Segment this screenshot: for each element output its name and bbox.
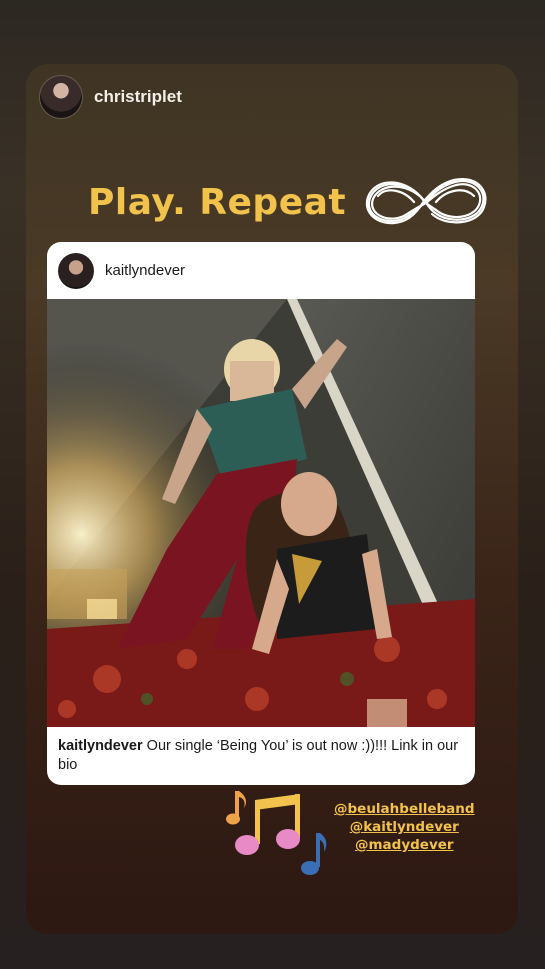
infinity-icon bbox=[365, 177, 487, 225]
post-avatar[interactable] bbox=[58, 252, 94, 289]
mention-madydever[interactable]: @madydever bbox=[334, 836, 475, 854]
post-header: kaitlyndever bbox=[47, 242, 475, 299]
story-username[interactable]: christriplet bbox=[94, 87, 182, 107]
shared-post-card[interactable]: kaitlyndever kaitlyndever Our single ‘Be… bbox=[47, 242, 475, 785]
headline-text: Play. Repeat bbox=[88, 181, 347, 223]
post-photo[interactable] bbox=[47, 299, 475, 727]
post-caption: kaitlyndever Our single ‘Being You’ is o… bbox=[47, 727, 475, 775]
mention-beulahbelleband[interactable]: @beulahbelleband bbox=[334, 800, 475, 818]
post-username[interactable]: kaitlyndever bbox=[105, 262, 185, 279]
story-header: christriplet bbox=[40, 76, 182, 118]
caption-username[interactable]: kaitlyndever bbox=[58, 738, 143, 754]
story-avatar[interactable] bbox=[40, 76, 82, 118]
headline-sticker: Play. Repeat bbox=[88, 172, 490, 232]
story-card[interactable]: christriplet Play. Repeat kaitlyndever k… bbox=[26, 64, 518, 934]
music-notes-icon bbox=[226, 791, 327, 875]
mention-kaitlyndever[interactable]: @kaitlyndever bbox=[334, 818, 475, 836]
post-photo-illustration bbox=[47, 299, 475, 727]
mentions-sticker: @beulahbelleband @kaitlyndever @madydeve… bbox=[334, 800, 475, 854]
